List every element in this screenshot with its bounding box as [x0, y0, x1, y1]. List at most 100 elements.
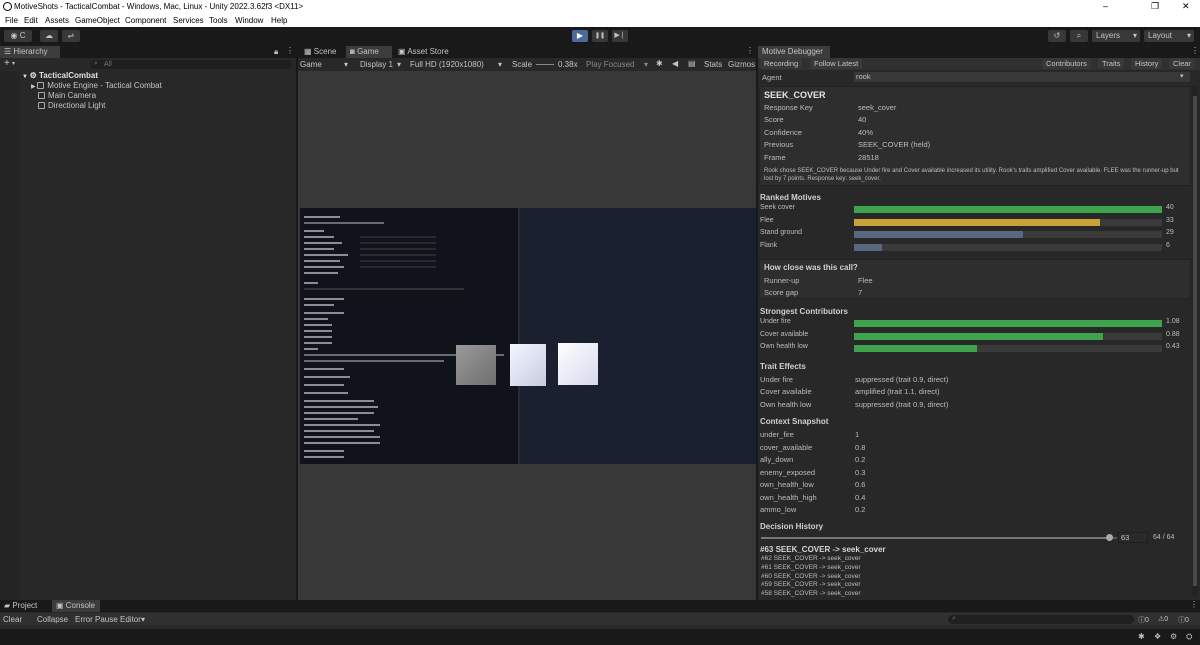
network-icon[interactable]: ⛭ [1186, 632, 1192, 642]
follow-latest-toggle[interactable]: Follow Latest [810, 58, 863, 69]
motive-value: 40 [1166, 204, 1174, 211]
console-icon: ▣ [56, 601, 66, 610]
history-entry[interactable]: #61 SEEK_COVER -> seek_cover [761, 564, 861, 571]
history-entry[interactable]: #60 SEEK_COVER -> seek_cover [761, 573, 861, 580]
menu-services[interactable]: Services [173, 16, 204, 25]
display-dropdown[interactable]: Display 1 ▾ [360, 60, 401, 69]
scene-root[interactable]: ▼ ⚙︎ TacticalCombat [22, 71, 98, 80]
history-toggle[interactable]: History [1131, 58, 1163, 69]
collab-icon[interactable]: ⇌ [62, 30, 80, 42]
error-pause-button[interactable]: Error Pause [75, 615, 118, 624]
close-button[interactable]: ✕ [1182, 1, 1190, 12]
add-button[interactable]: + [4, 58, 10, 69]
layout-dropdown[interactable]: Layout ▾ [1144, 30, 1194, 42]
play-focused-dropdown[interactable]: Play Focused ▾ [586, 60, 648, 69]
history-entry[interactable]: #62 SEEK_COVER -> seek_cover [761, 555, 861, 562]
tab-game[interactable]: ◙ Game [346, 46, 392, 58]
bug-icon[interactable]: ✱ [656, 59, 663, 68]
contributor-bar [854, 332, 1162, 340]
runner-up-label: Runner-up [764, 276, 800, 285]
account-button[interactable]: ◉ C [4, 30, 32, 42]
more-icon[interactable]: ⋮ [1191, 46, 1199, 55]
tab-motive-debugger[interactable]: Motive Debugger [758, 46, 830, 58]
play-button[interactable]: ▶ [572, 30, 588, 42]
console-toolbar: Clear Collapse Error Pause Editor ▾ ⌕ ⓘ0 … [0, 613, 1200, 625]
vertical-scrollbar[interactable] [1192, 86, 1198, 596]
warning-count[interactable]: ⚠0 [1158, 615, 1168, 623]
game-mode-dropdown[interactable]: Game ▾ [300, 60, 348, 69]
confidence-value: 40% [858, 128, 874, 137]
error-count[interactable]: ⓘ0 [1178, 615, 1189, 625]
speaker-icon[interactable]: ◀︎ [672, 59, 678, 68]
gizmos-button[interactable]: Gizmos [728, 60, 755, 69]
tab-project[interactable]: ▰ Project [0, 600, 48, 612]
info-count[interactable]: ⓘ0 [1138, 615, 1149, 625]
menu-edit[interactable]: Edit [24, 16, 38, 25]
stats-grid-icon[interactable]: ▤ [688, 59, 696, 68]
tab-hierarchy[interactable]: ☰ Hierarchy [0, 46, 60, 58]
menu-component[interactable]: Component [125, 16, 166, 25]
menu-gameobject[interactable]: GameObject [75, 16, 120, 25]
hierarchy-item-motive-engine[interactable]: ▶ Motive Engine - Tactical Combat [31, 81, 162, 90]
layers-dropdown[interactable]: Layers ▾ [1092, 30, 1140, 42]
search-icon[interactable]: ⌕ [1070, 30, 1088, 42]
cloud-icon[interactable]: ☁ [40, 30, 58, 42]
console-clear-button[interactable]: Clear [3, 615, 22, 624]
gameobject-icon [38, 92, 45, 99]
hierarchy-search-input[interactable]: ⌕ All [90, 60, 292, 69]
history-entry[interactable]: #58 SEEK_COVER -> seek_cover [761, 590, 861, 597]
more-icon[interactable]: ⋮ [286, 46, 294, 55]
more-icon[interactable]: ⋮ [1190, 600, 1198, 609]
scale-slider[interactable] [536, 64, 554, 65]
maximize-button[interactable]: ❐ [1151, 1, 1159, 12]
editor-dropdown[interactable]: Editor ▾ [120, 615, 145, 624]
menu-assets[interactable]: Assets [45, 16, 69, 25]
cache-icon[interactable]: ❖ [1154, 632, 1161, 641]
menu-tools[interactable]: Tools [209, 16, 228, 25]
collapse-button[interactable]: Collapse [37, 615, 68, 624]
collab-status-icon[interactable]: ⚙ [1170, 632, 1177, 641]
score-label: Score [764, 115, 784, 124]
more-icon[interactable]: ⋮ [746, 46, 754, 55]
resolution-dropdown[interactable]: Full HD (1920x1080) ▾ [410, 60, 502, 69]
pause-button[interactable]: ❚❚ [592, 30, 608, 42]
step-button[interactable]: ▶❘ [612, 30, 628, 42]
history-entry[interactable]: #59 SEEK_COVER -> seek_cover [761, 581, 861, 588]
motive-label: Flee [760, 216, 774, 224]
scrollbar-thumb[interactable] [1193, 96, 1197, 586]
history-slider[interactable] [761, 534, 1117, 541]
hierarchy-item-directional-light[interactable]: Directional Light [38, 101, 105, 110]
tab-console[interactable]: ▣ Console [52, 600, 100, 612]
decision-title: SEEK_COVER [764, 90, 826, 100]
close-call-box: How close was this call? Runner-up Flee … [759, 259, 1191, 299]
tab-scene[interactable]: ▦ Scene [300, 46, 344, 58]
history-index-input[interactable]: 63 [1118, 532, 1148, 543]
recording-toggle[interactable]: Recording [760, 58, 803, 69]
menu-file[interactable]: File [5, 16, 18, 25]
agent-dropdown[interactable]: rook ▾ [854, 72, 1190, 82]
debugger-tabrow: Motive Debugger ⋮ [758, 46, 1200, 58]
tab-asset-store[interactable]: ▣ Asset Store [394, 46, 454, 58]
menu-bar: File Edit Assets GameObject Component Se… [0, 14, 1200, 27]
history-slider-handle[interactable] [1105, 534, 1113, 541]
lock-icon[interactable]: 🔒︎ [274, 47, 278, 57]
trait-label: Under fire [760, 375, 793, 384]
hierarchy-tabrow: ☰ Hierarchy 🔒︎ ⋮ [0, 46, 296, 58]
menu-help[interactable]: Help [271, 16, 287, 25]
bug-icon[interactable]: ✱ [1138, 632, 1145, 641]
console-search-input[interactable]: ⌕ [948, 615, 1134, 624]
chevron-down-icon: ▾ [12, 61, 16, 67]
score-gap-label: Score gap [764, 288, 799, 297]
clear-button[interactable]: Clear [1169, 58, 1195, 69]
motive-bar [854, 231, 1162, 238]
stats-button[interactable]: Stats [704, 60, 722, 69]
minimize-button[interactable]: – [1103, 1, 1108, 11]
hierarchy-item-main-camera[interactable]: Main Camera [38, 91, 96, 100]
game-viewport[interactable] [300, 208, 756, 464]
traits-toggle[interactable]: Traits [1098, 58, 1125, 69]
hierarchy-panel: ☰ Hierarchy 🔒︎ ⋮ + ▾ ⌕ All ▼ ⚙︎ Tactical… [0, 46, 296, 600]
history-icon[interactable]: ↺ [1048, 30, 1066, 42]
contributors-toggle[interactable]: Contributors [1042, 58, 1091, 69]
menu-window[interactable]: Window [235, 16, 263, 25]
contributor-label: Under fire [760, 318, 791, 325]
